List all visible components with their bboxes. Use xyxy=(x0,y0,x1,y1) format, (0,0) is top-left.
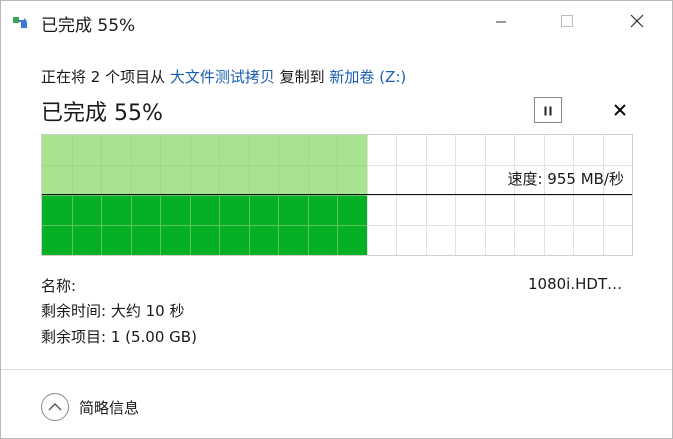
chevron-up-icon[interactable] xyxy=(41,393,69,421)
copy-description: 正在将 2 个项目从 大文件测试拷贝 复制到 新加卷 (Z:) xyxy=(41,66,406,87)
speed-label: 速度: 955 MB/秒 xyxy=(507,170,624,188)
maximize-button[interactable] xyxy=(544,1,590,43)
time-remaining: 剩余时间: 大约 10 秒 xyxy=(41,302,185,320)
transfer-speed-graph: 速度: 955 MB/秒 xyxy=(41,134,633,256)
file-copy-icon xyxy=(13,15,31,29)
name-label: 名称: xyxy=(41,277,77,295)
fewer-details-toggle[interactable]: 简略信息 xyxy=(41,392,139,422)
file-name: 1080i.HDT… xyxy=(528,275,623,293)
items-remaining: 剩余项目: 1 (5.00 GB) xyxy=(41,328,197,346)
maximize-icon xyxy=(560,13,574,32)
source-folder-link[interactable]: 大文件测试拷贝 xyxy=(170,68,275,86)
close-icon xyxy=(630,13,644,32)
copy-progress-dialog: 已完成 55% 正在将 2 个项目从 大文件测试拷贝 复制到 新加卷 (Z:) … xyxy=(0,0,673,439)
destination-drive-link[interactable]: 新加卷 (Z:) xyxy=(329,68,406,86)
cancel-icon xyxy=(614,101,626,120)
speed-graph-canvas xyxy=(42,135,632,255)
cancel-button[interactable] xyxy=(607,97,633,123)
fewer-details-label: 简略信息 xyxy=(79,398,140,417)
close-window-button[interactable] xyxy=(614,1,660,43)
pause-icon xyxy=(543,101,553,120)
copy-middle: 复制到 xyxy=(274,68,330,86)
minimize-icon xyxy=(495,13,507,32)
footer-divider xyxy=(1,369,672,370)
progress-status: 已完成 55% xyxy=(41,101,163,126)
title-bar[interactable]: 已完成 55% xyxy=(1,1,672,43)
copy-prefix: 正在将 2 个项目从 xyxy=(41,68,170,86)
window-title: 已完成 55% xyxy=(41,16,136,36)
pause-button[interactable] xyxy=(534,97,562,123)
minimize-button[interactable] xyxy=(478,1,524,43)
